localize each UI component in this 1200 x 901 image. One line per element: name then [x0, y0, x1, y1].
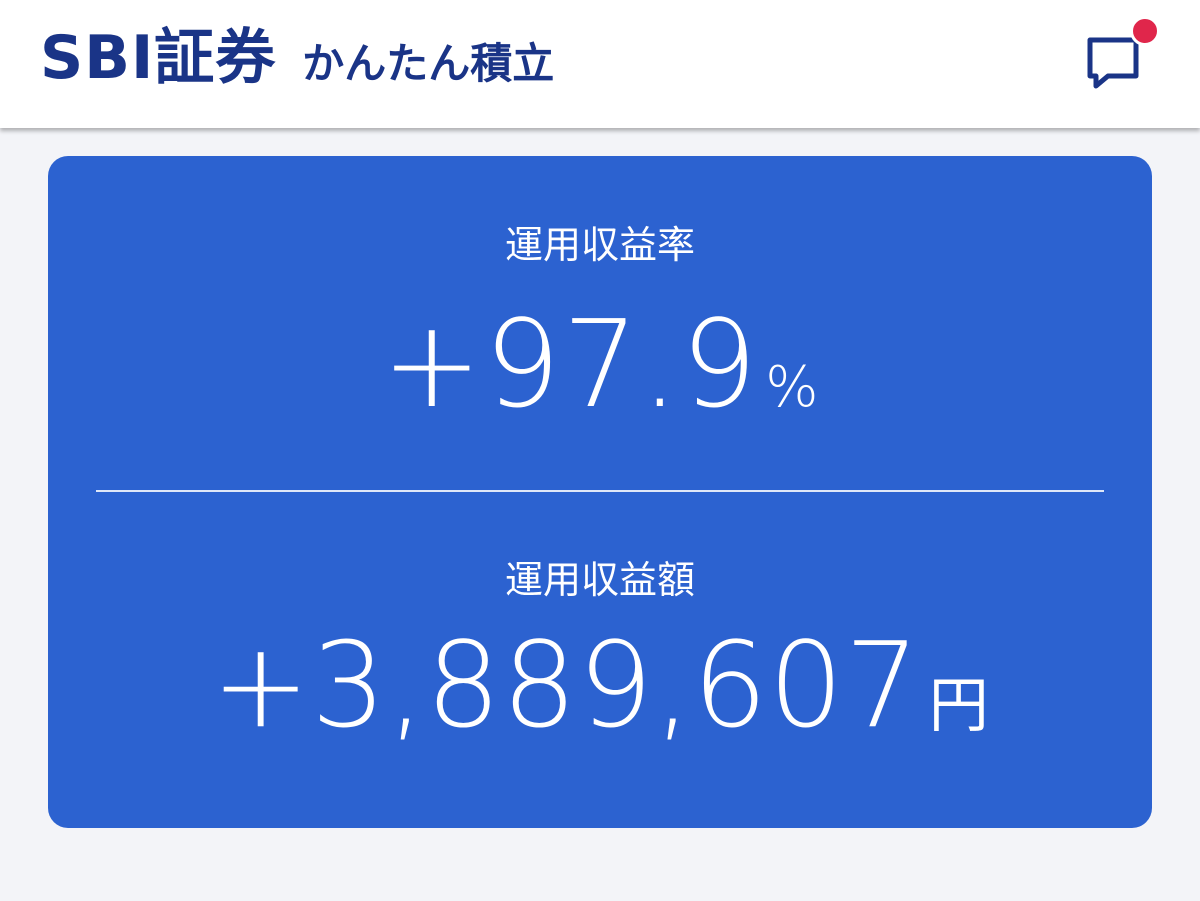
return-amount-value: +3,889,607 円 [48, 626, 1152, 744]
return-amount-unit: 円 [928, 671, 989, 741]
message-button[interactable] [1082, 16, 1160, 100]
divider [96, 490, 1104, 492]
logo-brand: SBI証券 [40, 23, 277, 93]
app-header: SBI証券 かんたん積立 [0, 0, 1200, 128]
notification-badge [1130, 16, 1160, 46]
return-rate-unit: % [765, 355, 819, 420]
return-rate-number: +97.9 [381, 296, 760, 435]
profit-summary-card: 運用収益率 +97.9% 運用収益額 +3,889,607 円 [48, 156, 1152, 828]
logo[interactable]: SBI証券 かんたん積立 [40, 28, 554, 88]
return-amount-label: 運用収益額 [504, 558, 695, 602]
return-rate-label: 運用収益率 [504, 223, 695, 267]
service-name: かんたん積立 [302, 39, 555, 88]
return-rate-value: +97.9% [48, 306, 1152, 426]
return-amount-number: +3,889,607 [211, 616, 921, 754]
